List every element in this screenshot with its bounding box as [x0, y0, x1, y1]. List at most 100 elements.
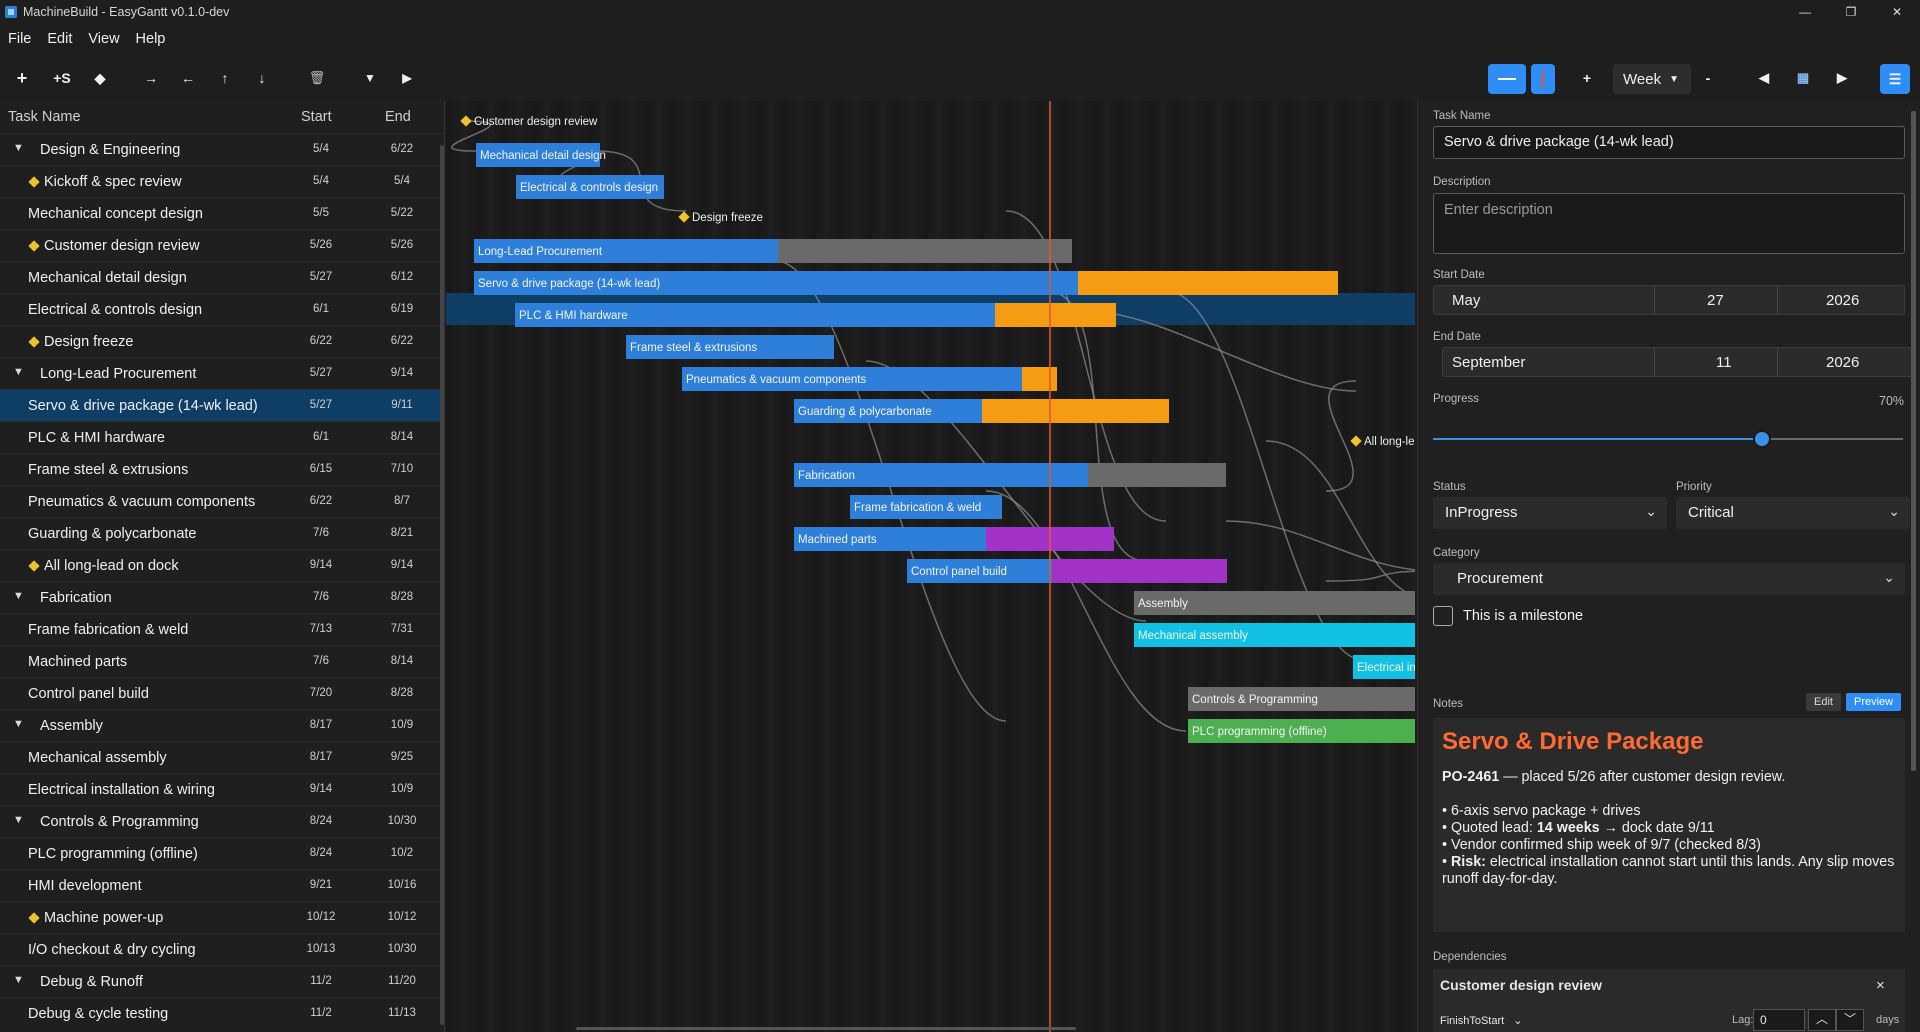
menu-edit[interactable]: Edit — [39, 31, 80, 47]
task-group-row[interactable]: ▼ Long-Lead Procurement 5/27 9/14 — [0, 357, 444, 389]
header-end[interactable]: End — [385, 109, 411, 125]
header-start[interactable]: Start — [301, 109, 332, 125]
task-row[interactable]: Electrical & controls design 6/1 6/19 — [0, 293, 444, 325]
task-row[interactable]: Servo & drive package (14-wk lead) 5/27 9/… — [0, 389, 444, 421]
week-column — [460, 101, 467, 1032]
task-row[interactable]: Mechanical concept design 5/5 5/22 — [0, 197, 444, 229]
move-up-button[interactable]: ↑ — [215, 58, 235, 98]
task-row[interactable]: PLC programming (offline) 8/24 10/2 — [0, 837, 444, 869]
remove-dependency-icon[interactable]: × — [1876, 977, 1885, 994]
expand-all-button[interactable]: ▶ — [397, 58, 417, 98]
task-row[interactable]: HMI development 9/21 10/16 — [0, 869, 444, 901]
week-column — [1412, 101, 1415, 1032]
notes-edit-button[interactable]: Edit — [1806, 693, 1841, 711]
indent-button[interactable]: → — [141, 58, 161, 98]
task-row[interactable]: Mechanical assembly 8/17 9/25 — [0, 741, 444, 773]
expand-toggle-icon[interactable]: ▼ — [13, 974, 24, 986]
task-list-scrollbar[interactable] — [440, 145, 444, 1025]
zoom-out-button[interactable]: - — [1699, 58, 1717, 98]
milestone-label: Design freeze — [692, 212, 763, 224]
minimize-button[interactable]: — — [1782, 0, 1828, 23]
task-name-input[interactable]: Servo & drive package (14-wk lead) — [1433, 126, 1905, 159]
header-task-name[interactable]: Task Name — [8, 109, 81, 125]
gantt-bar-label: PLC programming (offline) — [1192, 726, 1327, 738]
task-row[interactable]: PLC & HMI hardware 6/1 8/14 — [0, 421, 444, 453]
delete-icon[interactable]: 🗑 — [306, 58, 328, 98]
task-group-row[interactable]: ▼ Debug & Runoff 11/2 11/20 — [0, 965, 444, 997]
status-select[interactable]: InProgress ⌄ — [1433, 497, 1667, 529]
category-select[interactable]: Procurement ⌄ — [1433, 563, 1905, 595]
task-row[interactable]: Mechanical detail design 5/27 6/12 — [0, 261, 444, 293]
expand-toggle-icon[interactable]: ▼ — [13, 142, 24, 154]
description-input[interactable]: Enter description — [1433, 193, 1905, 254]
task-row[interactable]: I/O checkout & dry cycling 10/13 10/30 — [0, 933, 444, 965]
collapse-all-button[interactable]: ▼ — [360, 58, 380, 98]
expand-toggle-icon[interactable]: ▼ — [13, 366, 24, 378]
expand-toggle-icon[interactable]: ▼ — [13, 718, 24, 730]
end-year[interactable]: 2026 — [1826, 354, 1859, 371]
task-row[interactable]: Machine power-up 10/12 10/12 — [0, 901, 444, 933]
task-row[interactable]: Design freeze 6/22 6/22 — [0, 325, 444, 357]
task-start: 8/17 — [309, 719, 333, 731]
notes-preview-button[interactable]: Preview — [1846, 693, 1902, 711]
task-row[interactable]: All long-lead on dock 9/14 9/14 — [0, 549, 444, 581]
task-group-row[interactable]: ▼ Controls & Programming 8/24 10/30 — [0, 805, 444, 837]
add-milestone-button[interactable]: ◆ — [90, 58, 110, 98]
close-button[interactable]: ✕ — [1874, 0, 1920, 23]
maximize-button[interactable]: ❐ — [1828, 0, 1874, 23]
zoom-in-button[interactable]: + — [1577, 58, 1597, 98]
details-scrollbar[interactable] — [1911, 111, 1916, 771]
start-day[interactable]: 27 — [1707, 292, 1724, 309]
scale-select[interactable]: Week ▼ — [1613, 64, 1691, 94]
view-bars-button[interactable] — [1488, 64, 1526, 94]
gantt-chart[interactable]: Customer design review Mechanical detail … — [446, 101, 1415, 1032]
task-row[interactable]: Control panel build 7/20 8/28 — [0, 677, 444, 709]
category-label: Category — [1433, 547, 1480, 559]
task-row[interactable]: Machined parts 7/6 8/14 — [0, 645, 444, 677]
task-group-row[interactable]: ▼ Assembly 8/17 10/9 — [0, 709, 444, 741]
gantt-bar-label: Electrical installation & wiring — [1357, 662, 1415, 674]
task-row[interactable]: Guarding & polycarbonate 7/6 8/21 — [0, 517, 444, 549]
lag-increment-button[interactable]: ︿ — [1808, 1009, 1836, 1031]
task-group-row[interactable]: ▼ Fabrication 7/6 8/28 — [0, 581, 444, 613]
end-day[interactable]: 11 — [1716, 354, 1732, 371]
notes-po-line: PO-2461 — placed 5/26 after customer des… — [1442, 769, 1786, 785]
task-row[interactable]: Customer design review 5/26 5/26 — [0, 229, 444, 261]
end-month[interactable]: September — [1452, 354, 1525, 371]
expand-toggle-icon[interactable]: ▼ — [13, 590, 24, 602]
add-subtask-button[interactable]: +S — [50, 58, 74, 98]
task-group-row[interactable]: ▼ Design & Engineering 5/4 6/22 — [0, 133, 444, 165]
move-down-button[interactable]: ↓ — [252, 58, 272, 98]
next-period-button[interactable]: ▶ — [1832, 58, 1852, 98]
expand-toggle-icon[interactable]: ▼ — [13, 814, 24, 826]
task-row[interactable]: Frame fabrication & weld 7/13 7/31 — [0, 613, 444, 645]
calendar-icon[interactable]: ▦ — [1793, 58, 1813, 98]
lag-input[interactable]: 0 — [1753, 1009, 1805, 1031]
task-row[interactable]: Electrical installation & wiring 9/14 10/9 — [0, 773, 444, 805]
start-month[interactable]: May — [1452, 292, 1480, 309]
task-end: 9/14 — [390, 367, 414, 379]
milestone-checkbox[interactable] — [1433, 606, 1453, 626]
menu-help[interactable]: Help — [128, 31, 174, 47]
lag-decrement-button[interactable]: ﹀ — [1836, 1009, 1864, 1031]
panel-menu-button[interactable]: ☰ — [1880, 64, 1910, 94]
view-line-button[interactable] — [1531, 64, 1555, 94]
task-row[interactable]: Pneumatics & vacuum components 6/22 8/7 — [0, 485, 444, 517]
task-row[interactable]: Debug & cycle testing 11/2 11/13 — [0, 997, 444, 1029]
start-date-picker[interactable]: May 27 2026 — [1433, 285, 1905, 315]
milestone-checkbox-label[interactable]: This is a milestone — [1463, 608, 1583, 624]
scale-value: Week — [1623, 70, 1662, 88]
dependency-type-select[interactable]: FinishToStart ⌄ — [1440, 1014, 1522, 1027]
menu-file[interactable]: File — [0, 31, 39, 47]
task-row[interactable]: Frame steel & extrusions 6/15 7/10 — [0, 453, 444, 485]
add-task-button[interactable]: + — [12, 58, 32, 98]
outdent-button[interactable]: ← — [178, 58, 198, 98]
menu-view[interactable]: View — [80, 31, 127, 47]
priority-select[interactable]: Critical ⌄ — [1676, 497, 1910, 529]
task-row[interactable]: Kickoff & spec review 5/4 5/4 — [0, 165, 444, 197]
end-date-picker[interactable]: September 11 2026 — [1442, 347, 1914, 377]
task-name-label: Task Name — [1433, 110, 1491, 122]
start-year[interactable]: 2026 — [1826, 292, 1859, 309]
progress-slider-thumb[interactable] — [1753, 430, 1771, 448]
prev-period-button[interactable]: ◀ — [1754, 58, 1774, 98]
